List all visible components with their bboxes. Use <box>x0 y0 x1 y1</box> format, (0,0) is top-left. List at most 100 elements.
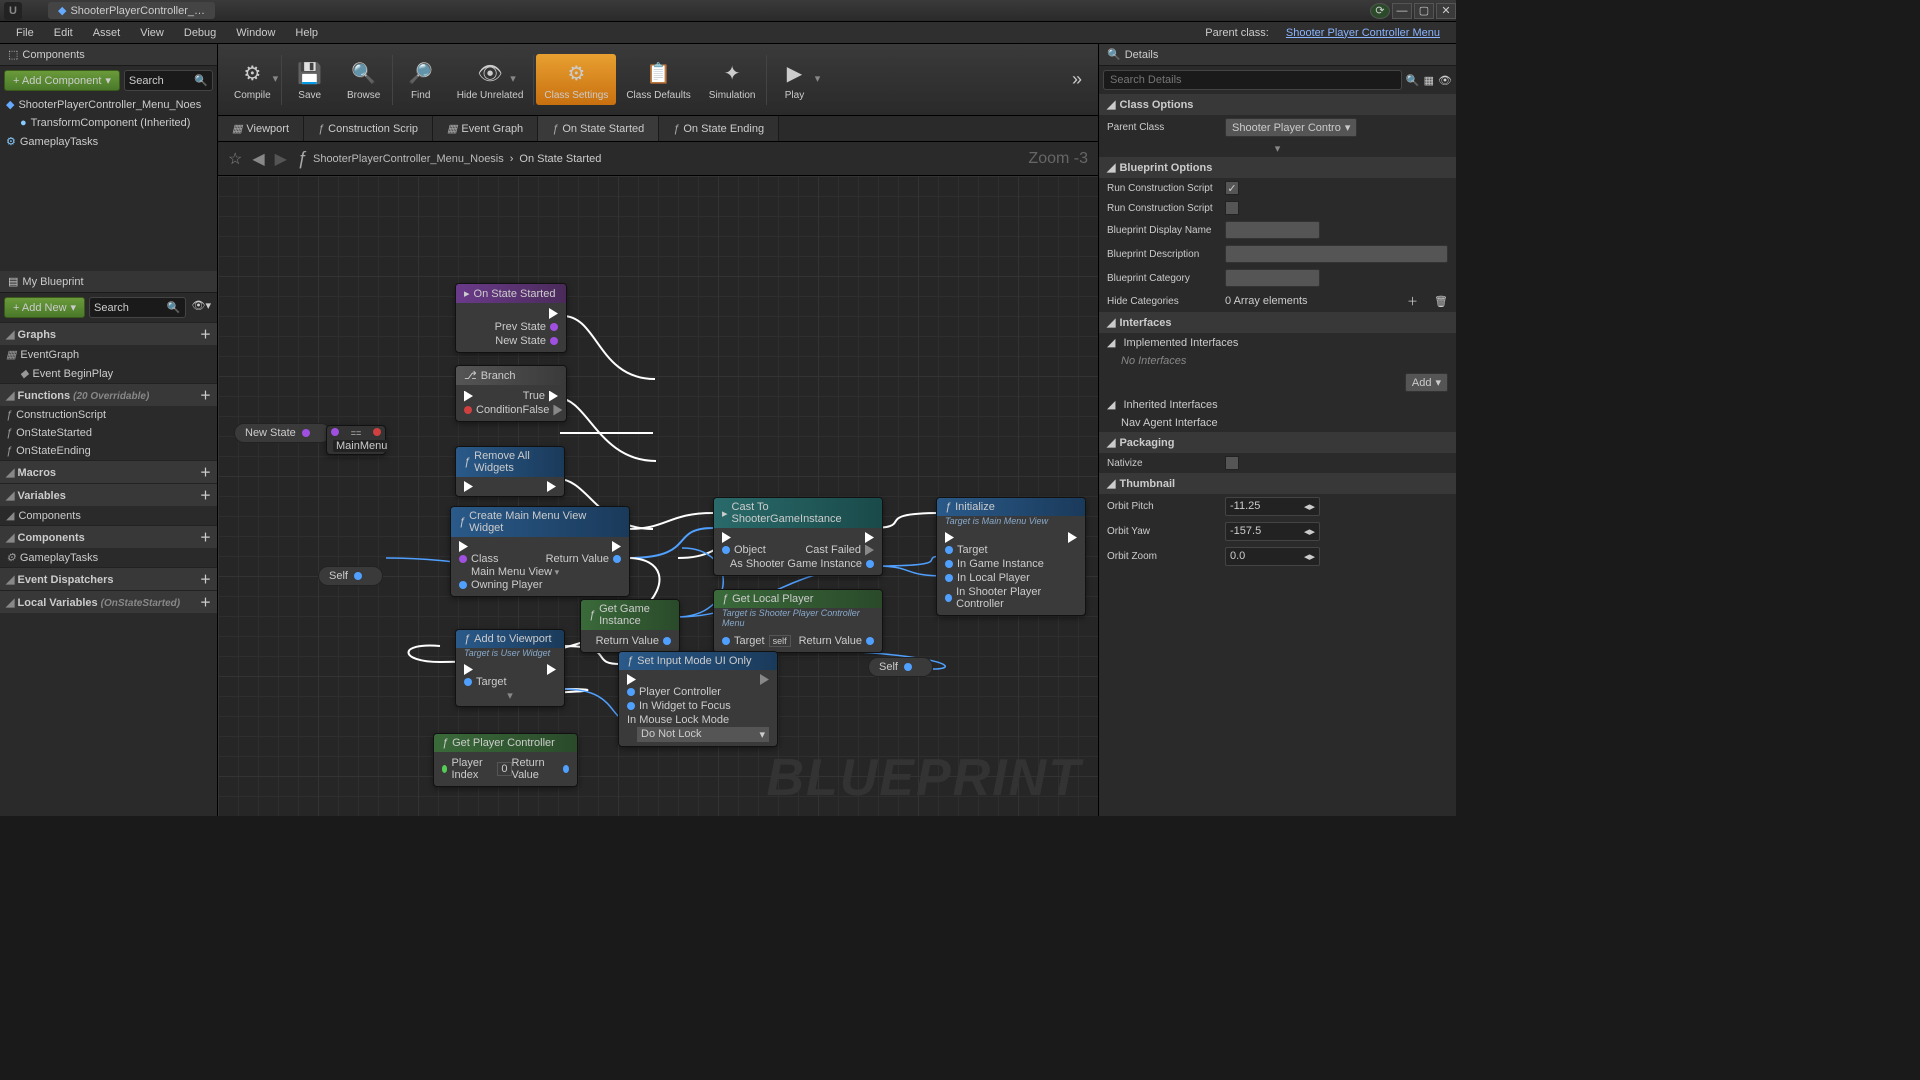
node-get-player-controller[interactable]: ƒGet Player Controller Player Index 0Ret… <box>433 733 578 787</box>
checkbox-rcs2[interactable] <box>1225 201 1239 215</box>
exec-false[interactable] <box>553 405 562 416</box>
input-orbit-zoom[interactable]: 0.0◂▸ <box>1225 547 1320 566</box>
section-event-dispatchers[interactable]: ◢ Event Dispatchers＋ <box>0 567 217 590</box>
menu-debug[interactable]: Debug <box>174 25 226 41</box>
node-set-input-mode[interactable]: ƒSet Input Mode UI Only Player Controlle… <box>618 651 778 747</box>
eye-icon[interactable]: 👁 <box>1438 74 1452 87</box>
component-gameplay[interactable]: ⚙GameplayTasks <box>0 132 217 151</box>
section-components[interactable]: ◢ Components＋ <box>0 525 217 548</box>
cat-thumbnail[interactable]: ◢Thumbnail <box>1099 473 1456 494</box>
close-button[interactable]: ✕ <box>1436 3 1456 19</box>
menu-window[interactable]: Window <box>226 25 285 41</box>
tab-on-state-ending[interactable]: ƒOn State Ending <box>659 116 779 141</box>
pin-condition[interactable] <box>464 406 472 414</box>
exec-out[interactable] <box>547 481 556 492</box>
breadcrumb-leaf[interactable]: On State Started <box>519 153 601 165</box>
pin-prev-state[interactable] <box>550 323 558 331</box>
add-icon[interactable]: ＋ <box>1407 293 1418 309</box>
cat-class-options[interactable]: ◢Class Options <box>1099 94 1456 115</box>
plus-icon[interactable]: ＋ <box>200 464 211 480</box>
eye-icon[interactable]: 👁▾ <box>190 297 214 318</box>
tool-class-settings[interactable]: ⚙Class Settings <box>536 54 616 105</box>
input-category[interactable] <box>1225 269 1320 287</box>
exec-true[interactable] <box>549 391 558 402</box>
parent-class-link[interactable]: Shooter Player Controller Menu <box>1286 27 1440 39</box>
plus-icon[interactable]: ＋ <box>200 326 211 342</box>
toolbar-overflow[interactable]: » <box>1064 69 1090 90</box>
cat-bp-options[interactable]: ◢Blueprint Options <box>1099 157 1456 178</box>
item-onstatestarted[interactable]: ƒOnStateStarted <box>0 424 217 442</box>
item-eventgraph[interactable]: ▦EventGraph <box>0 345 217 364</box>
plus-icon[interactable]: ＋ <box>200 387 211 403</box>
pin-new-state[interactable] <box>550 337 558 345</box>
tool-compile[interactable]: ⚙Compile▾ <box>226 54 279 105</box>
node-get-game-instance[interactable]: ƒGet Game Instance Return Value <box>580 599 680 653</box>
section-graphs[interactable]: ◢ Graphs＋ <box>0 322 217 345</box>
input-orbit-yaw[interactable]: -157.5◂▸ <box>1225 522 1320 541</box>
node-branch[interactable]: ⎇Branch True ConditionFalse <box>455 365 567 422</box>
menu-view[interactable]: View <box>130 25 174 41</box>
node-remove-widgets[interactable]: ƒRemove All Widgets <box>455 446 565 497</box>
section-variables[interactable]: ◢ Variables＋ <box>0 483 217 506</box>
add-interface-button[interactable]: Add▾ <box>1405 373 1448 392</box>
node-create-widget[interactable]: ƒCreate Main Menu View Widget ClassRetur… <box>450 506 630 597</box>
plus-icon[interactable]: ＋ <box>200 529 211 545</box>
checkbox-nativize[interactable] <box>1225 456 1239 470</box>
myblueprint-header[interactable]: ▤ My Blueprint <box>0 271 217 293</box>
cat-packaging[interactable]: ◢Packaging <box>1099 432 1456 453</box>
components-header[interactable]: ⬚ Components <box>0 44 217 66</box>
node-initialize[interactable]: ƒInitialize Target is Main Menu View Tar… <box>936 497 1086 616</box>
plus-icon[interactable]: ＋ <box>200 571 211 587</box>
pill-self-1[interactable]: Self <box>318 566 383 586</box>
variables-components[interactable]: ◢ Components <box>0 506 217 525</box>
details-search[interactable] <box>1103 70 1402 90</box>
section-macros[interactable]: ◢ Macros＋ <box>0 460 217 483</box>
node-equals[interactable]: == MainMenu <box>326 425 386 455</box>
forward-button[interactable]: ▶ <box>275 149 287 169</box>
input-display-name[interactable] <box>1225 221 1320 239</box>
favorite-icon[interactable]: ☆ <box>228 149 242 169</box>
tool-hide-unrelated[interactable]: 👁Hide Unrelated▾ <box>449 54 532 105</box>
tool-simulation[interactable]: ✦Simulation <box>701 54 764 105</box>
plus-icon[interactable]: ＋ <box>200 487 211 503</box>
pill-new-state[interactable]: New State <box>234 423 331 443</box>
item-constructionscript[interactable]: ƒConstructionScript <box>0 406 217 424</box>
exec-in[interactable] <box>464 391 473 402</box>
sync-icon[interactable]: ⟳ <box>1370 3 1390 19</box>
grid-icon[interactable]: ▦ <box>1424 74 1434 87</box>
search-icon[interactable]: 🔍 <box>1406 74 1420 87</box>
section-local-variables[interactable]: ◢ Local Variables (OnStateStarted)＋ <box>0 590 217 613</box>
component-root[interactable]: ◆ShooterPlayerController_Menu_Noes <box>0 95 217 114</box>
node-cast[interactable]: ▸Cast To ShooterGameInstance ObjectCast … <box>713 497 883 576</box>
details-header[interactable]: 🔍Details <box>1099 44 1456 66</box>
component-search[interactable]: Search🔍 <box>124 70 213 91</box>
main-tab[interactable]: ◆ ShooterPlayerController_… <box>48 2 215 19</box>
tool-play[interactable]: ▶Play▾ <box>769 54 821 105</box>
node-on-state-started[interactable]: ▸On State Started Prev State New State <box>455 283 567 353</box>
menu-asset[interactable]: Asset <box>83 25 131 41</box>
tab-on-state-started[interactable]: ƒOn State Started <box>538 116 659 141</box>
breadcrumb-root[interactable]: ShooterPlayerController_Menu_Noesis <box>313 153 504 165</box>
back-button[interactable]: ◀ <box>252 149 264 169</box>
tab-construction-scrip[interactable]: ƒConstruction Scrip <box>304 116 433 141</box>
add-component-button[interactable]: + Add Component▾ <box>4 70 120 91</box>
tool-class-defaults[interactable]: 📋Class Defaults <box>618 54 698 105</box>
graph-canvas[interactable]: ▸On State Started Prev State New State ⎇… <box>218 176 1098 816</box>
maximize-button[interactable]: ▢ <box>1414 3 1434 19</box>
tab-viewport[interactable]: ▦Viewport <box>218 116 304 141</box>
tool-browse[interactable]: 🔍Browse <box>338 54 390 105</box>
component-transform[interactable]: ●TransformComponent (Inherited) <box>0 114 217 132</box>
tab-event-graph[interactable]: ▦Event Graph <box>433 116 538 141</box>
input-description[interactable] <box>1225 245 1448 263</box>
exec-in[interactable] <box>464 481 473 492</box>
section-functions[interactable]: ◢ Functions (20 Overridable)＋ <box>0 383 217 406</box>
myblueprint-search[interactable]: Search🔍 <box>89 297 185 318</box>
add-new-button[interactable]: + Add New▾ <box>4 297 85 318</box>
menu-help[interactable]: Help <box>285 25 328 41</box>
checkbox-rcs1[interactable]: ✓ <box>1225 181 1239 195</box>
item-event-beginplay[interactable]: ◆Event BeginPlay <box>0 364 217 383</box>
input-orbit-pitch[interactable]: -11.25◂▸ <box>1225 497 1320 516</box>
plus-icon[interactable]: ＋ <box>200 594 211 610</box>
pill-self-2[interactable]: Self <box>868 657 933 677</box>
menu-file[interactable]: File <box>6 25 44 41</box>
